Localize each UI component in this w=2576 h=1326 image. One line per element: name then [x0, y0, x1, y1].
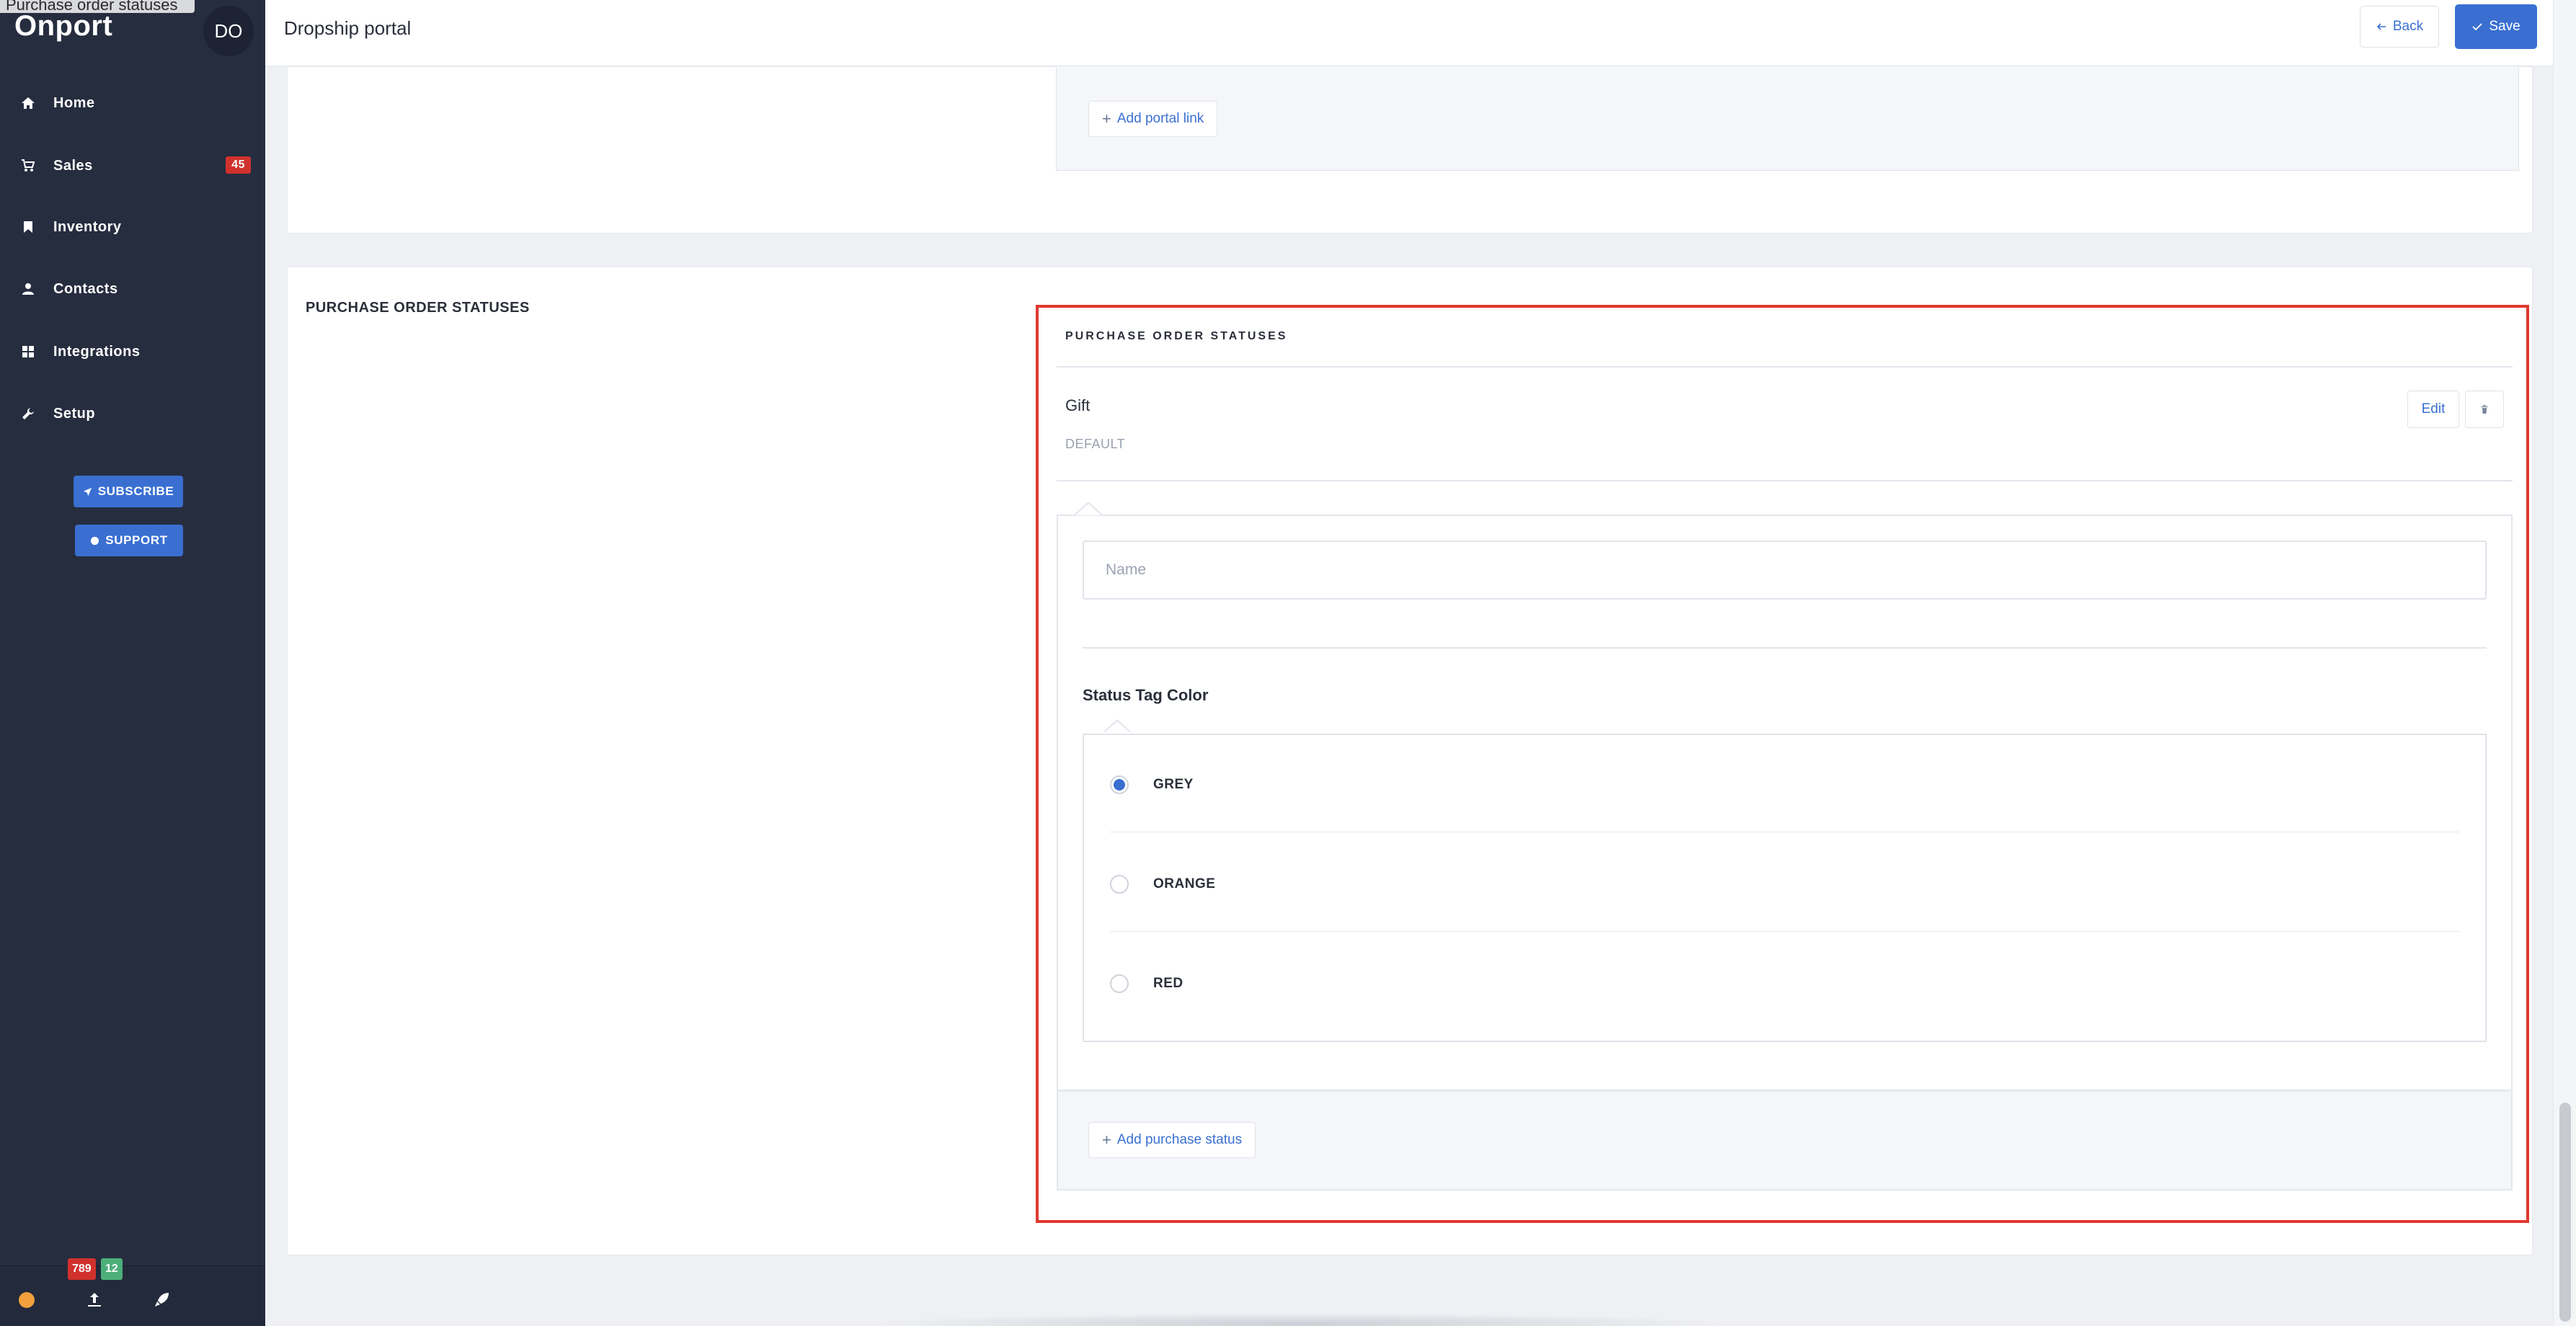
check-icon	[2472, 23, 2482, 31]
subscribe-label: SUBSCRIBE	[97, 484, 174, 498]
support-label: SUPPORT	[105, 533, 168, 547]
tooltip: Purchase order statuses	[0, 0, 195, 13]
nav-item-label: Contacts	[53, 280, 118, 297]
nav-item-label: Sales	[53, 157, 93, 174]
nav-item-setup[interactable]: Setup	[0, 390, 265, 437]
plus-icon: +	[1102, 110, 1111, 128]
help-icon	[91, 536, 99, 545]
nav-item-label: Home	[53, 94, 95, 111]
badge-green-count: 12	[101, 1258, 123, 1280]
wrench-icon	[20, 406, 36, 422]
nav-item-label: Integrations	[53, 343, 141, 360]
add-portal-link-button[interactable]: + Add portal link	[1088, 101, 1218, 137]
arrow-left-icon	[2376, 23, 2386, 30]
sidebar: Onport DO Home Sales 45 Inventory Contac…	[0, 0, 265, 1326]
nav-item-home[interactable]: Home	[0, 79, 265, 127]
focus-highlight	[1036, 305, 2529, 1223]
sidebar-footer	[0, 1265, 265, 1326]
user-icon	[20, 281, 36, 297]
grid-icon	[20, 344, 36, 360]
support-button[interactable]: SUPPORT	[75, 525, 183, 556]
bottom-shadow	[865, 1313, 1730, 1326]
scrollbar[interactable]	[2553, 0, 2576, 1326]
home-icon	[20, 95, 36, 111]
nav-item-label: Setup	[53, 405, 96, 422]
badge-red-count: 789	[68, 1258, 96, 1280]
avatar[interactable]: DO	[203, 6, 254, 56]
nav-item-integrations[interactable]: Integrations	[0, 328, 265, 375]
send-icon	[83, 487, 92, 496]
sales-count-badge: 45	[226, 156, 251, 174]
status-dot[interactable]	[19, 1292, 35, 1308]
section-title: PURCHASE ORDER STATUSES	[306, 300, 530, 316]
app-logo[interactable]: Onport	[14, 10, 112, 43]
nav-item-label: Inventory	[53, 218, 122, 235]
nav-item-contacts[interactable]: Contacts	[0, 265, 265, 313]
save-button[interactable]: Save	[2455, 4, 2537, 49]
portal-links-panel	[1056, 66, 2519, 171]
back-button[interactable]: Back	[2360, 6, 2439, 48]
upload-icon[interactable]	[85, 1291, 104, 1309]
bookmark-icon	[20, 219, 36, 235]
top-bar: Dropship portal Back Save	[265, 0, 2553, 66]
subscribe-button[interactable]: SUBSCRIBE	[74, 476, 183, 507]
scroll-thumb[interactable]	[2559, 1103, 2571, 1322]
cart-icon	[20, 158, 36, 174]
save-label: Save	[2489, 19, 2521, 34]
rocket-icon[interactable]	[153, 1291, 172, 1309]
back-label: Back	[2392, 19, 2424, 34]
nav-item-sales[interactable]: Sales 45	[0, 142, 265, 190]
page-title: Dropship portal	[284, 17, 412, 39]
portal-links-card	[287, 66, 2533, 233]
add-portal-link-label: Add portal link	[1116, 111, 1204, 126]
nav-item-inventory[interactable]: Inventory	[0, 203, 265, 251]
